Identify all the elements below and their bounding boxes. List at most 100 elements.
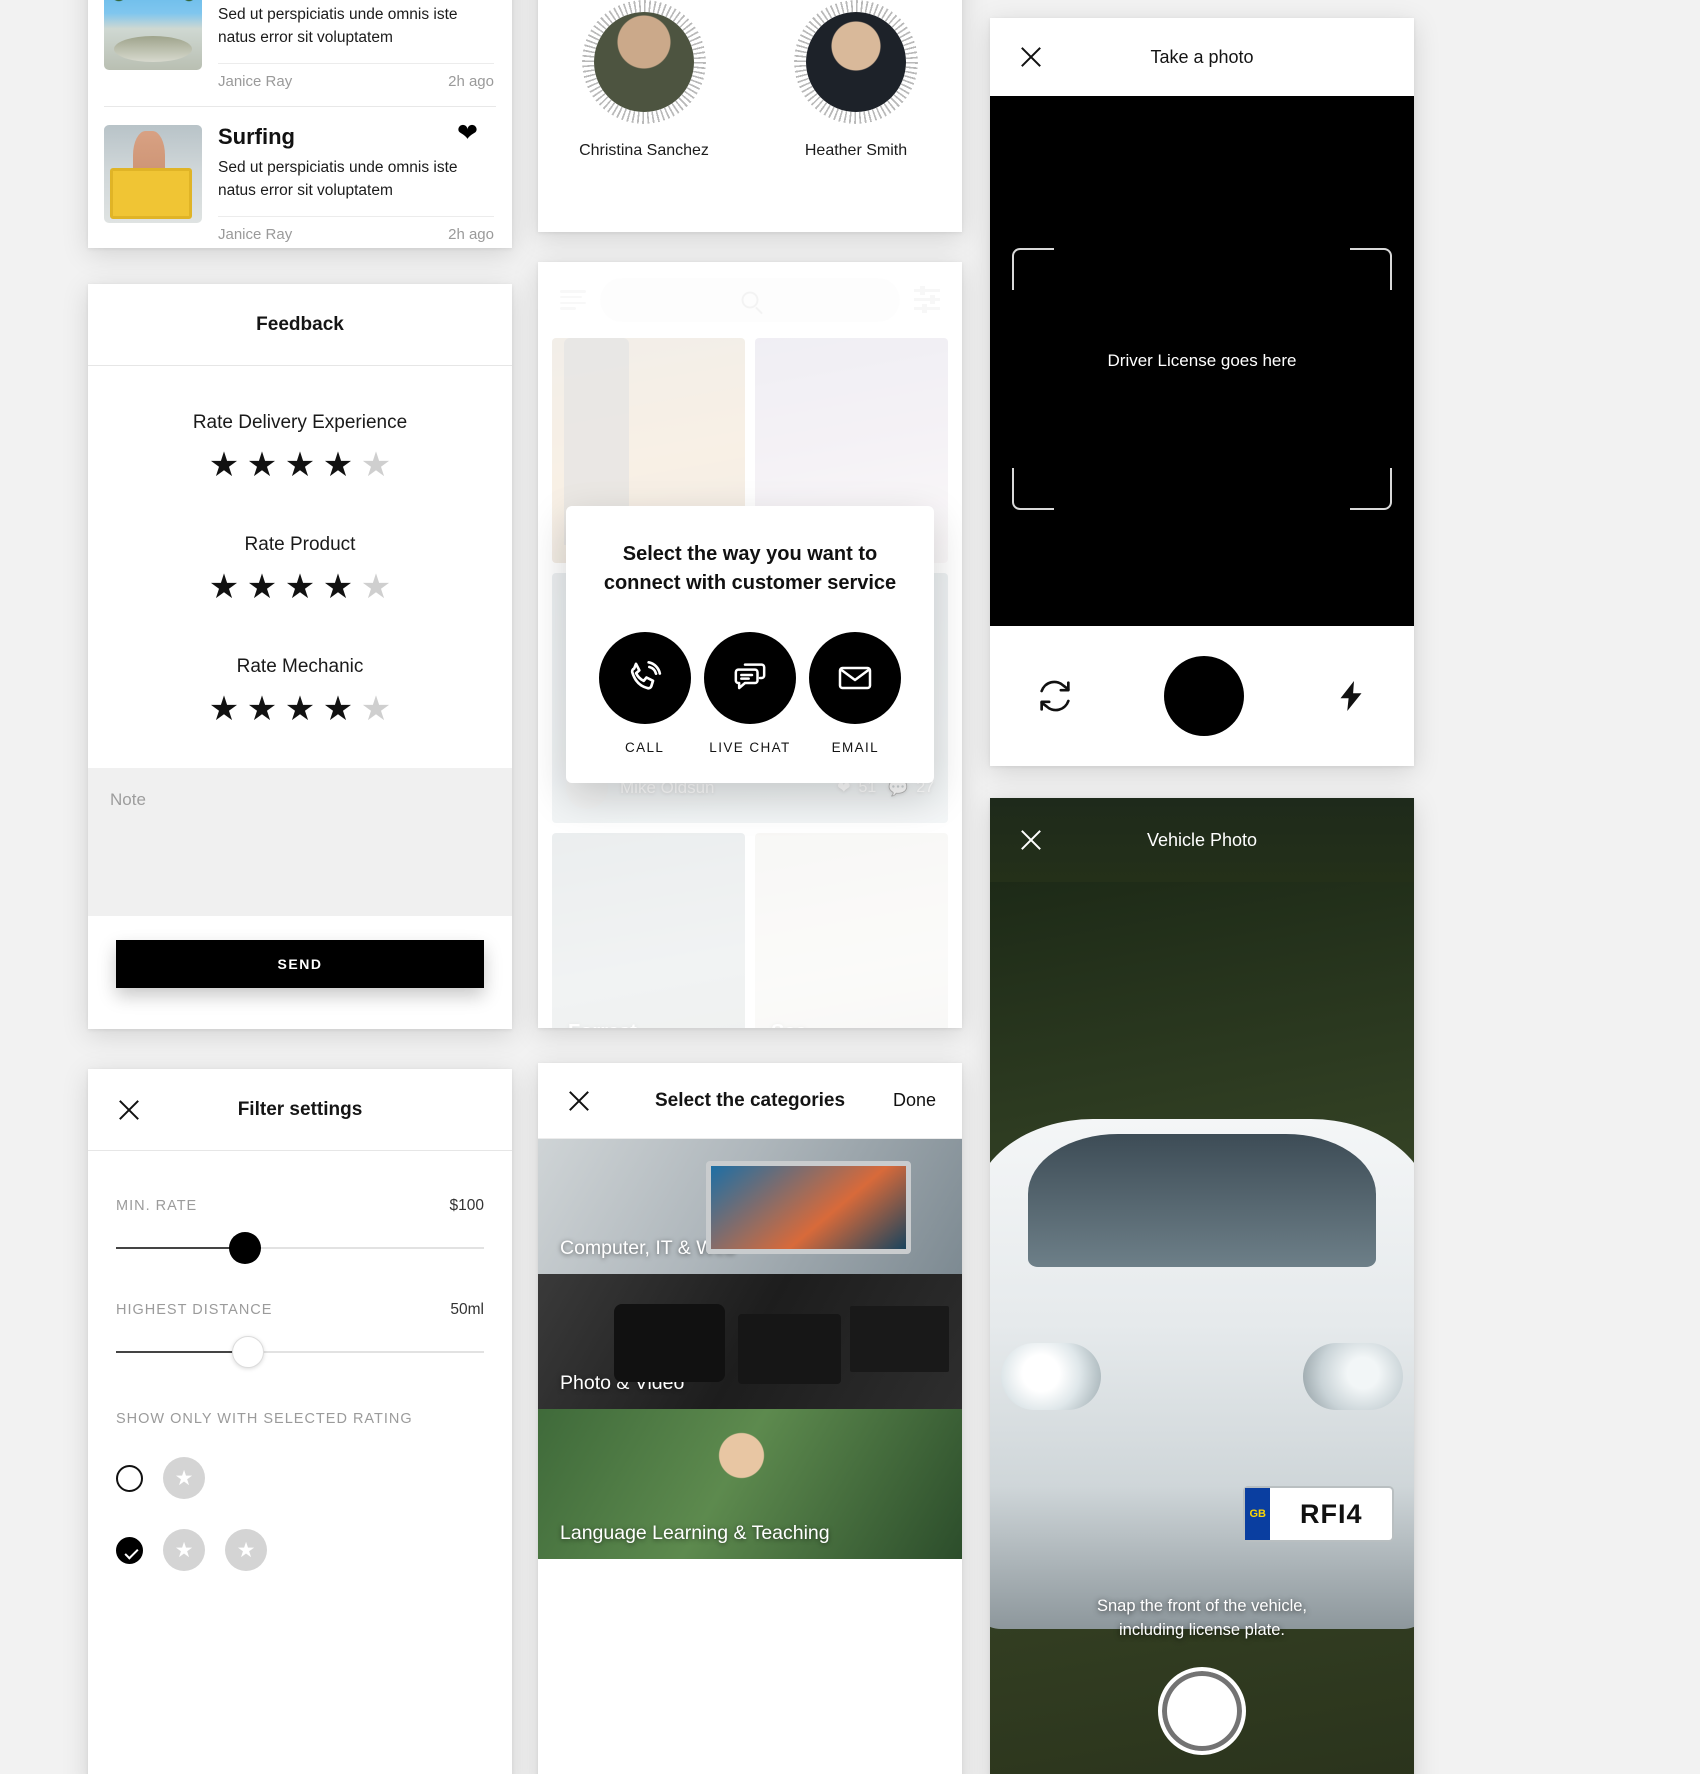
star-icon[interactable]: ★	[357, 692, 395, 726]
contact-option-call[interactable]: CALL	[592, 632, 697, 755]
star-rating[interactable]: ★ ★ ★ ★ ★	[88, 570, 512, 604]
mail-icon[interactable]	[809, 632, 902, 724]
star-icon[interactable]: ★	[205, 570, 243, 604]
close-icon[interactable]	[1018, 827, 1044, 853]
contact-item[interactable]: Christina Sanchez	[564, 0, 724, 160]
contact-name: Heather Smith	[804, 142, 908, 159]
sliders-icon[interactable]	[914, 286, 940, 313]
progress-ring-icon	[794, 0, 918, 124]
search-input[interactable]	[600, 278, 900, 322]
post-thumbnail	[104, 0, 202, 70]
categories-header: Select the categories Done	[538, 1063, 962, 1139]
gallery-tile[interactable]: Forrest	[552, 833, 745, 1028]
feedback-header: Feedback	[88, 284, 512, 366]
category-item[interactable]: Photo & Video	[538, 1274, 962, 1409]
rating-option-2[interactable]: ★ ★	[116, 1529, 484, 1571]
star-rating[interactable]: ★ ★ ★ ★ ★	[88, 692, 512, 726]
gallery-tile[interactable]: Sea	[755, 833, 948, 1028]
star-icon[interactable]: ★	[205, 448, 243, 482]
close-icon[interactable]	[116, 1097, 142, 1123]
star-icon[interactable]: ★	[281, 448, 319, 482]
slider-handle[interactable]	[232, 1336, 265, 1368]
take-photo-card: Take a photo Driver License goes here	[990, 18, 1414, 766]
post-author: Janice Ray	[218, 226, 293, 244]
note-placeholder: Note	[110, 790, 146, 809]
note-field[interactable]: Note	[88, 768, 512, 916]
star-icon[interactable]: ★	[319, 692, 357, 726]
post-description: Sed ut perspiciatis unde omnis iste natu…	[218, 6, 458, 46]
option-label: CALL	[624, 740, 665, 755]
star-icon[interactable]: ★	[243, 448, 281, 482]
option-label: LIVE CHAT	[709, 740, 791, 755]
star-icon[interactable]: ★	[281, 692, 319, 726]
customer-service-dialog: Select the way you want to connect with …	[566, 506, 934, 783]
star-chip-icon: ★	[225, 1529, 267, 1571]
send-button[interactable]: SEND	[116, 940, 484, 988]
rating-delivery: Rate Delivery Experience ★ ★ ★ ★ ★	[88, 412, 512, 482]
done-button[interactable]: Done	[893, 1090, 936, 1111]
vehicle-image: GB RFI4	[990, 1118, 1414, 1630]
search-icon	[741, 291, 759, 309]
categories-card: Select the categories Done Computer, IT …	[538, 1063, 962, 1774]
list-item[interactable]: Hola! Sed ut perspiciatis unde omnis ist…	[88, 0, 512, 106]
star-icon[interactable]: ★	[205, 692, 243, 726]
radio-button-checked[interactable]	[116, 1536, 143, 1564]
star-rating[interactable]: ★ ★ ★ ★ ★	[88, 448, 512, 482]
rating-label: Rate Product	[244, 534, 356, 555]
shutter-button[interactable]	[1163, 656, 1244, 736]
plate-region: GB	[1245, 1488, 1271, 1541]
highest-distance-slider[interactable]	[116, 1335, 484, 1369]
progress-ring-icon	[582, 0, 706, 124]
star-icon[interactable]: ★	[357, 448, 395, 482]
rating-product: Rate Product ★ ★ ★ ★ ★	[88, 534, 512, 604]
category-label: Language Learning & Teaching	[560, 1522, 830, 1544]
tile-caption: Sea	[771, 1021, 807, 1028]
hamburger-icon[interactable]	[560, 290, 586, 310]
min-rate-slider[interactable]	[116, 1231, 484, 1265]
slider-handle[interactable]	[228, 1232, 261, 1264]
rating-option-1[interactable]: ★	[116, 1457, 484, 1499]
close-icon[interactable]	[1018, 44, 1044, 70]
flash-icon[interactable]	[1333, 676, 1369, 716]
slider-fill	[116, 1247, 245, 1249]
star-icon[interactable]: ★	[357, 570, 395, 604]
post-description: Sed ut perspiciatis unde omnis iste natu…	[218, 159, 458, 199]
vehicle-photo-header: Vehicle Photo	[990, 798, 1414, 882]
list-item[interactable]: Surfing Sed ut perspiciatis unde omnis i…	[104, 106, 496, 248]
contact-item[interactable]: Heather Smith	[776, 0, 936, 160]
page-title: Select the categories	[654, 1089, 846, 1111]
phone-icon[interactable]	[598, 632, 691, 724]
star-icon[interactable]: ★	[319, 570, 357, 604]
star-icon[interactable]: ★	[319, 448, 357, 482]
category-item[interactable]: Computer, IT & Web	[538, 1139, 962, 1274]
dialog-title: Select the way you want to connect with …	[603, 543, 897, 594]
post-time: 2h ago	[448, 73, 494, 91]
headlight	[1302, 1343, 1404, 1410]
camera-controls	[990, 626, 1414, 766]
filter-header: Filter settings	[88, 1069, 512, 1151]
shutter-button[interactable]	[1158, 1667, 1246, 1755]
license-plate: GB RFI4	[1243, 1486, 1395, 1543]
post-author: Janice Ray	[218, 73, 293, 91]
camera-viewfinder: Driver License goes here	[990, 96, 1414, 626]
plate-number: RFI4	[1300, 1498, 1363, 1529]
category-item[interactable]: Language Learning & Teaching	[538, 1409, 962, 1559]
camera-flip-icon[interactable]	[1035, 676, 1075, 716]
contact-name: Christina Sanchez	[579, 142, 709, 159]
heart-icon[interactable]: ❤	[457, 121, 478, 146]
feedback-card: Feedback Rate Delivery Experience ★ ★ ★ …	[88, 284, 512, 1029]
contacts-card: Christina Sanchez Heather Smith	[538, 0, 962, 232]
filter-settings-card: Filter settings MIN. RATE $100 HIGHEST D…	[88, 1069, 512, 1774]
radio-button[interactable]	[116, 1464, 143, 1492]
capture-instructions-line1: Snap the front of the vehicle,	[1096, 1597, 1308, 1616]
chat-icon[interactable]	[703, 632, 796, 724]
camera-viewfinder: GB RFI4 Snap the front of the vehicle, i…	[990, 882, 1414, 1774]
contact-option-live-chat[interactable]: LIVE CHAT	[697, 632, 802, 755]
close-icon[interactable]	[566, 1088, 592, 1114]
star-icon[interactable]: ★	[243, 692, 281, 726]
tile-caption: Forrest	[568, 1021, 637, 1028]
star-icon[interactable]: ★	[243, 570, 281, 604]
star-icon[interactable]: ★	[281, 570, 319, 604]
contact-option-email[interactable]: EMAIL	[803, 632, 908, 755]
avatar	[582, 0, 706, 124]
